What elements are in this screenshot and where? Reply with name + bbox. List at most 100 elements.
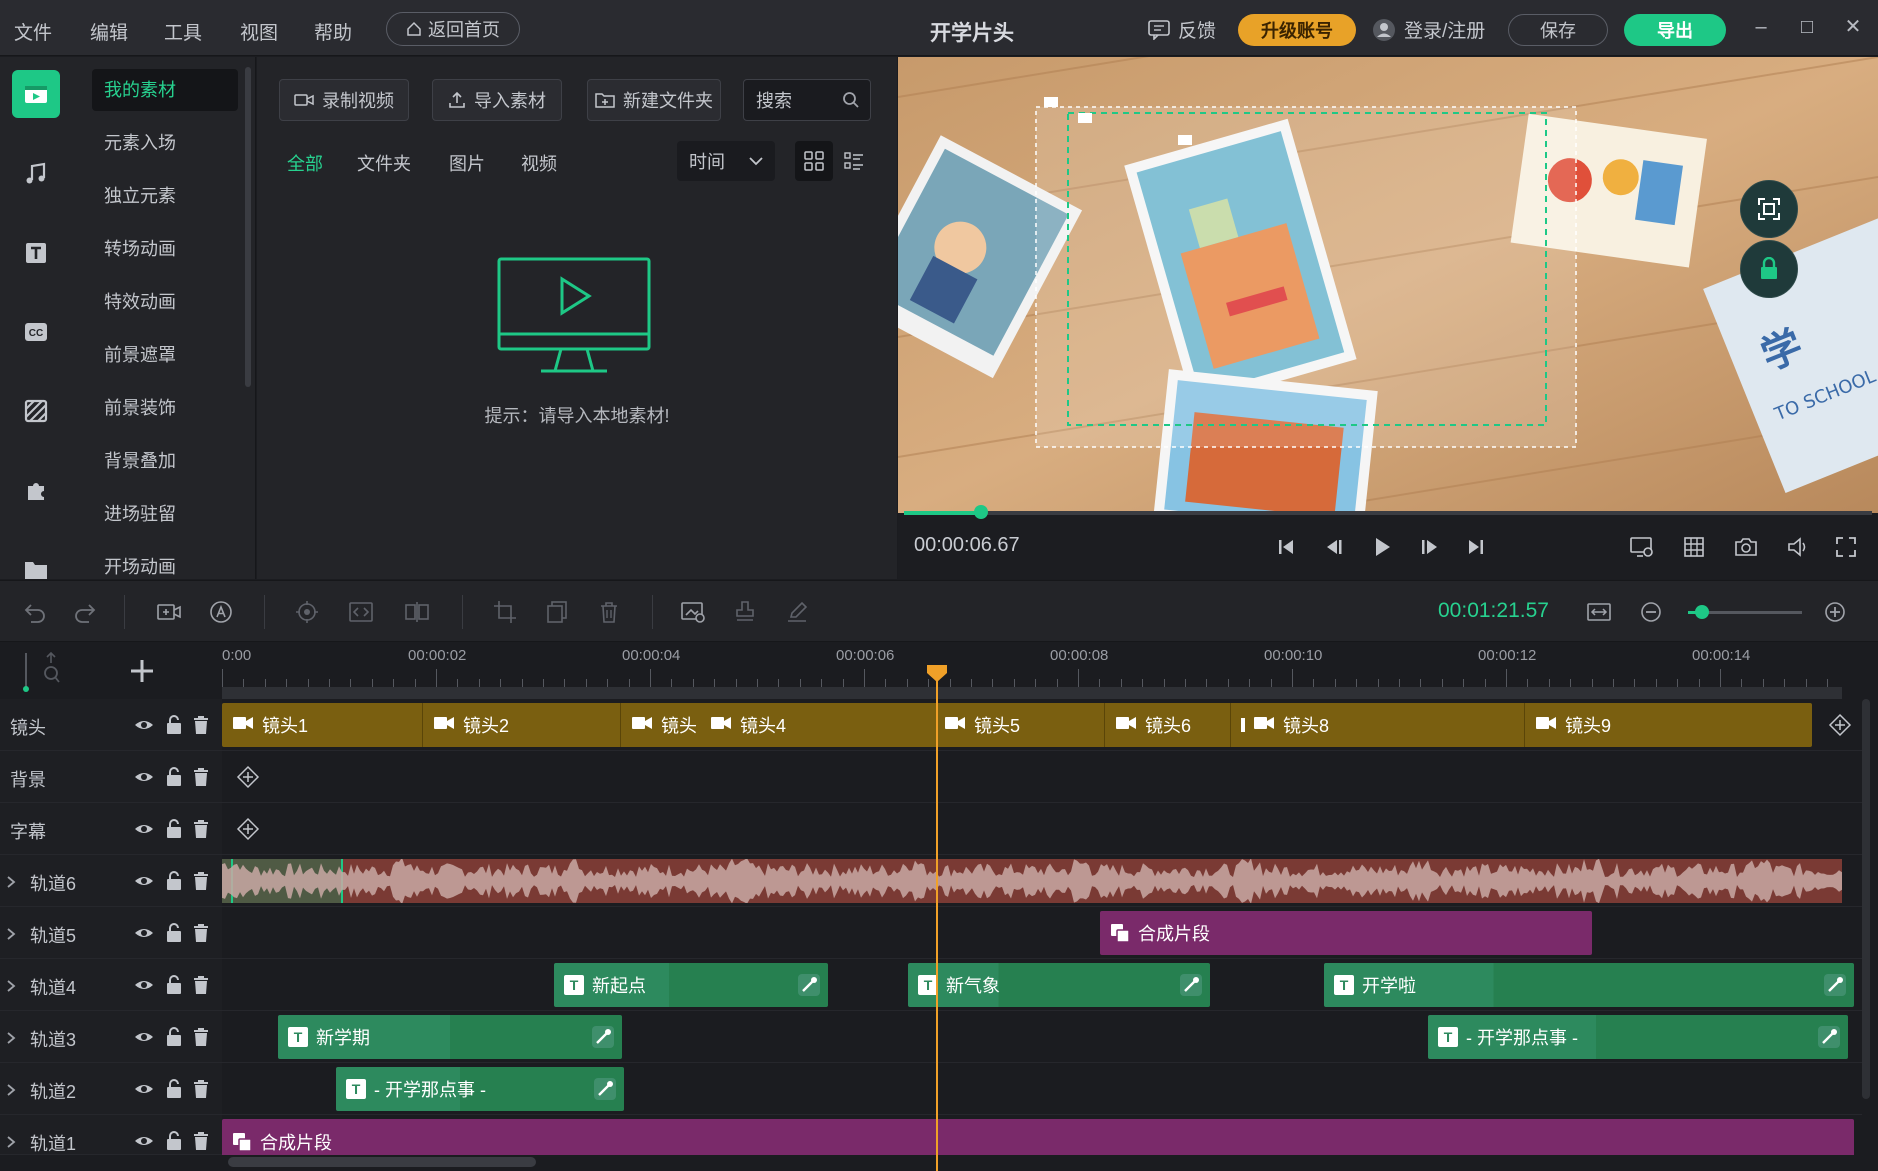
- track-header-2[interactable]: 轨道2: [0, 1063, 222, 1115]
- track-header-subtitle[interactable]: 字幕: [0, 803, 222, 855]
- search-input[interactable]: 搜索: [743, 79, 871, 121]
- trash-icon[interactable]: [192, 1027, 212, 1047]
- skip-end-button[interactable]: [1458, 529, 1494, 565]
- track-header-background[interactable]: 背景: [0, 751, 222, 803]
- plugin-icon[interactable]: [12, 466, 60, 514]
- new-folder-button[interactable]: 新建文件夹: [587, 79, 721, 121]
- add-shot-diamond[interactable]: [1828, 713, 1852, 737]
- timeline-zoom-tool[interactable]: [20, 649, 60, 695]
- audio-waveform-clip[interactable]: [222, 859, 1842, 903]
- prev-frame-button[interactable]: [1316, 529, 1352, 565]
- eye-icon[interactable]: [134, 923, 154, 943]
- preview-progress-bar[interactable]: [904, 505, 1872, 519]
- zoom-out-button[interactable]: [1634, 595, 1668, 629]
- category-element-entry[interactable]: 元素入场: [92, 122, 238, 164]
- delete-button[interactable]: [592, 595, 626, 629]
- track-header-4[interactable]: 轨道4: [0, 959, 222, 1011]
- maximize-icon[interactable]: □: [1792, 12, 1822, 42]
- chevron-right-icon[interactable]: [6, 873, 16, 894]
- upgrade-account-button[interactable]: 升级账号: [1238, 14, 1356, 46]
- category-background-overlay[interactable]: 背景叠加: [92, 440, 238, 482]
- trash-icon[interactable]: [192, 923, 212, 943]
- add-track-button[interactable]: [124, 653, 160, 689]
- lock-icon[interactable]: [164, 767, 184, 787]
- lock-icon[interactable]: [164, 975, 184, 995]
- import-media-button[interactable]: 导入素材: [432, 79, 562, 121]
- copy-button[interactable]: [540, 595, 574, 629]
- zoom-slider-handle[interactable]: [1694, 605, 1709, 619]
- image-edit-button[interactable]: [676, 595, 710, 629]
- lock-icon[interactable]: [164, 1131, 184, 1151]
- category-transition[interactable]: 转场动画: [92, 228, 238, 270]
- login-button[interactable]: 登录/注册: [1372, 16, 1485, 43]
- eye-icon[interactable]: [134, 1027, 154, 1047]
- keyframe-icon[interactable]: [594, 1078, 616, 1100]
- export-button[interactable]: 导出: [1624, 14, 1726, 46]
- text-clip[interactable]: T 新起点: [554, 963, 828, 1007]
- track-row-shot[interactable]: 镜头1 镜头2 镜头 镜头4 镜头5 镜头6 镜头8 镜头9: [222, 699, 1862, 751]
- menu-edit[interactable]: 编辑: [90, 18, 128, 45]
- preview-progress-handle[interactable]: [974, 505, 989, 519]
- keyframe-icon[interactable]: [798, 974, 820, 996]
- volume-button[interactable]: [1780, 529, 1816, 565]
- split-button[interactable]: [400, 595, 434, 629]
- text-clip[interactable]: T - 开学那点事 -: [336, 1067, 624, 1111]
- home-button[interactable]: 返回首页: [386, 12, 520, 46]
- menu-help[interactable]: 帮助: [314, 18, 352, 45]
- record-video-button[interactable]: 录制视频: [279, 79, 409, 121]
- lock-icon[interactable]: [164, 923, 184, 943]
- text-icon[interactable]: [12, 229, 60, 277]
- trash-icon[interactable]: [192, 715, 212, 735]
- category-foreground-decoration[interactable]: 前景装饰: [92, 387, 238, 429]
- stamp-button[interactable]: [728, 595, 762, 629]
- eye-icon[interactable]: [134, 715, 154, 735]
- lock-icon[interactable]: [164, 1027, 184, 1047]
- track-header-shot[interactable]: 镜头: [0, 699, 222, 751]
- crop-button[interactable]: [488, 595, 522, 629]
- add-shot-button[interactable]: [152, 595, 186, 629]
- track-row-2[interactable]: T - 开学那点事 -: [222, 1063, 1862, 1115]
- track-row-5[interactable]: 合成片段: [222, 907, 1862, 959]
- mask-icon[interactable]: [12, 387, 60, 435]
- trash-icon[interactable]: [192, 767, 212, 787]
- filter-tab-image[interactable]: 图片: [449, 150, 485, 176]
- lock-icon[interactable]: [164, 1079, 184, 1099]
- grid-view-button[interactable]: [795, 141, 833, 181]
- timeline-vertical-scrollbar[interactable]: [1862, 699, 1870, 1099]
- shot-clip[interactable]: 镜头8: [1230, 703, 1329, 747]
- lock-icon[interactable]: [164, 819, 184, 839]
- lock-icon[interactable]: [164, 871, 184, 891]
- track-header-1[interactable]: 轨道1: [0, 1115, 222, 1155]
- category-opening[interactable]: 开场动画: [92, 546, 238, 579]
- menu-view[interactable]: 视图: [240, 18, 278, 45]
- chevron-right-icon[interactable]: [6, 1081, 16, 1102]
- eye-icon[interactable]: [134, 767, 154, 787]
- keyframe-icon[interactable]: [1824, 974, 1846, 996]
- target-button[interactable]: [290, 595, 324, 629]
- track-row-background[interactable]: [222, 751, 1862, 803]
- folder-icon[interactable]: [12, 545, 60, 579]
- media-library-icon[interactable]: [12, 70, 60, 118]
- text-clip[interactable]: T 新学期: [278, 1015, 622, 1059]
- chevron-right-icon[interactable]: [6, 977, 16, 998]
- close-icon[interactable]: ✕: [1838, 12, 1868, 42]
- ruler-range-bar[interactable]: [222, 687, 1842, 699]
- filter-tab-all[interactable]: 全部: [287, 150, 323, 176]
- track-row-3[interactable]: T 新学期 T - 开学那点事 -: [222, 1011, 1862, 1063]
- undo-button[interactable]: [18, 595, 52, 629]
- eye-icon[interactable]: [134, 975, 154, 995]
- track-row-1[interactable]: 合成片段: [222, 1115, 1862, 1155]
- category-scrollbar[interactable]: [245, 67, 251, 387]
- text-clip[interactable]: T 新气象: [908, 963, 1210, 1007]
- minimize-icon[interactable]: –: [1746, 12, 1776, 42]
- code-frame-button[interactable]: [344, 595, 378, 629]
- keyframe-icon[interactable]: [1180, 974, 1202, 996]
- zoom-slider[interactable]: [1688, 605, 1802, 619]
- chevron-right-icon[interactable]: [6, 1133, 16, 1154]
- track-row-4[interactable]: T 新起点 T 新气象 T 开学啦: [222, 959, 1862, 1011]
- track-row-6[interactable]: [222, 855, 1862, 907]
- playhead-handle[interactable]: [925, 663, 949, 683]
- save-button[interactable]: 保存: [1508, 14, 1608, 46]
- trash-icon[interactable]: [192, 1131, 212, 1151]
- playhead-line[interactable]: [936, 671, 938, 1171]
